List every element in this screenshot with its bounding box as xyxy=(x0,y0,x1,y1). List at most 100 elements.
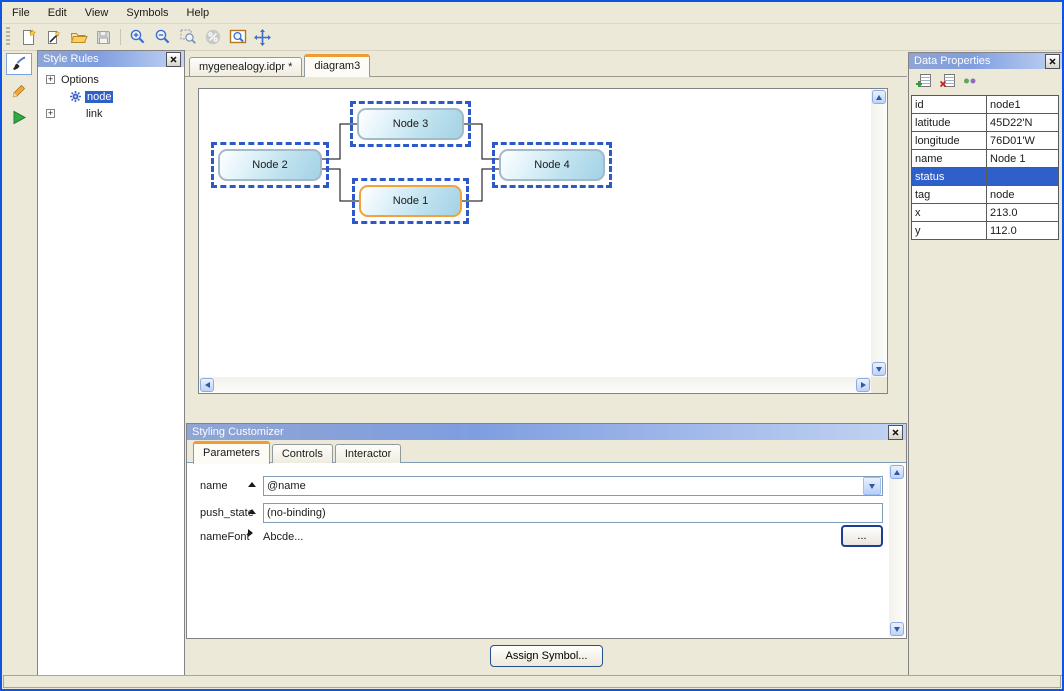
assign-symbol-button[interactable]: Assign Symbol... xyxy=(490,645,603,667)
tab-label: Controls xyxy=(282,448,323,460)
data-properties-toolbar xyxy=(909,70,977,94)
customizer-content: name @name push_state (no-binding) nameF… xyxy=(187,462,906,638)
close-icon[interactable] xyxy=(888,425,903,440)
edit-pencil-icon[interactable] xyxy=(7,81,31,101)
scroll-left-icon[interactable] xyxy=(200,378,214,392)
editor-area: mygenealogy.idpr * diagram3 Node 2 Node 3… xyxy=(185,50,907,674)
close-icon[interactable] xyxy=(1045,54,1060,69)
pan-icon[interactable] xyxy=(251,26,274,49)
push-state-field[interactable]: (no-binding) xyxy=(263,503,883,523)
property-key[interactable]: tag xyxy=(912,186,987,204)
tree-label: node xyxy=(85,91,113,103)
run-icon[interactable] xyxy=(7,107,31,127)
zoom-percent-icon xyxy=(201,26,224,49)
add-property-icon[interactable] xyxy=(915,73,932,92)
scroll-right-icon[interactable] xyxy=(856,378,870,392)
property-key[interactable]: status xyxy=(912,168,987,186)
property-key[interactable]: x xyxy=(912,204,987,222)
name-binding-combobox[interactable]: @name xyxy=(263,476,883,496)
property-key[interactable]: name xyxy=(912,150,987,168)
zoom-out-icon[interactable] xyxy=(151,26,174,49)
new-wizard-icon[interactable] xyxy=(42,26,65,49)
delete-property-icon[interactable] xyxy=(939,73,956,92)
scrollbar-corner xyxy=(871,377,887,393)
horizontal-scrollbar[interactable] xyxy=(199,377,871,393)
panel-title: Data Properties xyxy=(914,55,1045,67)
style-rules-panel: Style Rules Options node link xyxy=(37,50,185,676)
tab-diagram3[interactable]: diagram3 xyxy=(304,54,370,77)
binding-indicator-icon[interactable] xyxy=(248,509,256,514)
style-rules-tree: Options node link xyxy=(38,67,184,126)
property-value[interactable]: 76D01'W xyxy=(987,132,1059,150)
toggle-dots-icon[interactable] xyxy=(963,76,977,88)
diagram-node-node-1[interactable]: Node 1 xyxy=(359,185,462,217)
property-row-latitude[interactable]: latitude45D22'N xyxy=(912,114,1059,132)
menu-item-edit[interactable]: Edit xyxy=(39,5,76,21)
new-document-icon[interactable] xyxy=(17,26,40,49)
menu-item-file[interactable]: File xyxy=(3,5,39,21)
tree-item-link[interactable]: link xyxy=(40,105,182,122)
tab-divider xyxy=(185,76,907,77)
menu-bar: FileEditViewSymbolsHelp xyxy=(3,3,1061,24)
tab-mygenealogy[interactable]: mygenealogy.idpr * xyxy=(189,57,302,76)
toolbar-grip[interactable] xyxy=(6,27,10,47)
diagram-node-node-4[interactable]: Node 4 xyxy=(499,149,605,181)
font-ellipsis-button[interactable]: ... xyxy=(841,525,883,547)
property-key[interactable]: id xyxy=(912,96,987,114)
property-key[interactable]: longitude xyxy=(912,132,987,150)
property-row-id[interactable]: idnode1 xyxy=(912,96,1059,114)
scroll-up-icon[interactable] xyxy=(872,90,886,104)
property-value[interactable]: 112.0 xyxy=(987,222,1059,240)
scroll-down-icon[interactable] xyxy=(890,622,904,636)
diagram-node-node-3[interactable]: Node 3 xyxy=(357,108,464,140)
binding-indicator-icon[interactable] xyxy=(248,482,256,487)
chevron-down-icon[interactable] xyxy=(863,477,881,495)
property-value[interactable] xyxy=(987,168,1059,186)
tab-parameters[interactable]: Parameters xyxy=(193,441,270,464)
scroll-up-icon[interactable] xyxy=(890,465,904,479)
fit-to-view-icon[interactable] xyxy=(226,26,249,49)
combobox-value: @name xyxy=(264,480,862,492)
property-row-status[interactable]: status xyxy=(912,168,1059,186)
property-key[interactable]: y xyxy=(912,222,987,240)
property-row-longitude[interactable]: longitude76D01'W xyxy=(912,132,1059,150)
style-brush-icon[interactable] xyxy=(6,53,32,75)
property-row-name[interactable]: nameNode 1 xyxy=(912,150,1059,168)
expander-icon[interactable] xyxy=(46,109,55,118)
property-value[interactable]: node1 xyxy=(987,96,1059,114)
property-row-tag[interactable]: tagnode xyxy=(912,186,1059,204)
editor-tabs: mygenealogy.idpr * diagram3 xyxy=(189,53,372,76)
application-window: FileEditViewSymbolsHelp xyxy=(0,0,1064,691)
tab-label: diagram3 xyxy=(314,60,360,72)
zoom-in-icon[interactable] xyxy=(126,26,149,49)
property-value[interactable]: node xyxy=(987,186,1059,204)
expand-indicator-icon[interactable] xyxy=(248,529,253,537)
property-key[interactable]: latitude xyxy=(912,114,987,132)
customizer-scrollbar[interactable] xyxy=(889,464,905,637)
diagram-node-node-2[interactable]: Node 2 xyxy=(218,149,322,181)
data-properties-titlebar: Data Properties xyxy=(909,53,1063,69)
tab-controls[interactable]: Controls xyxy=(272,444,333,463)
toolbar-separator xyxy=(120,29,121,45)
property-row-x[interactable]: x213.0 xyxy=(912,204,1059,222)
panel-title: Style Rules xyxy=(43,53,166,65)
property-value[interactable]: Node 1 xyxy=(987,150,1059,168)
menu-item-help[interactable]: Help xyxy=(178,5,219,21)
menu-item-view[interactable]: View xyxy=(76,5,118,21)
expander-icon[interactable] xyxy=(46,75,55,84)
param-label-push-state: push_state xyxy=(200,507,254,519)
tree-item-options[interactable]: Options xyxy=(40,71,182,88)
close-icon[interactable] xyxy=(166,52,181,67)
diagram-canvas[interactable]: Node 2 Node 3 Node 1 Node 4 xyxy=(199,89,871,377)
vertical-scrollbar[interactable] xyxy=(871,89,887,377)
tree-item-node[interactable]: node xyxy=(40,88,182,105)
menu-item-symbols[interactable]: Symbols xyxy=(117,5,177,21)
property-value[interactable]: 213.0 xyxy=(987,204,1059,222)
open-folder-icon[interactable] xyxy=(67,26,90,49)
zoom-area-icon[interactable] xyxy=(176,26,199,49)
main-toolbar xyxy=(3,24,1061,51)
scroll-down-icon[interactable] xyxy=(872,362,886,376)
property-row-y[interactable]: y112.0 xyxy=(912,222,1059,240)
tab-interactor[interactable]: Interactor xyxy=(335,444,401,463)
property-value[interactable]: 45D22'N xyxy=(987,114,1059,132)
